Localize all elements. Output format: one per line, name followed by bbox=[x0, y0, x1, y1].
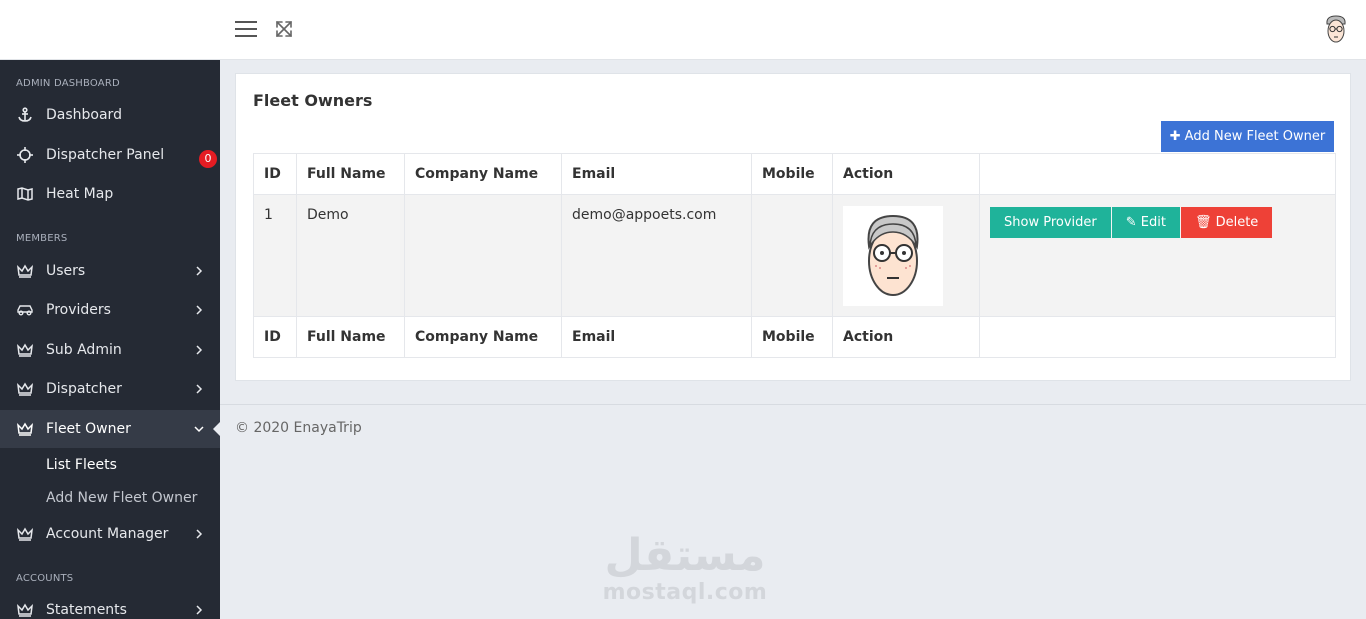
fleet-owners-table: ID Full Name Company Name Email Mobile A… bbox=[253, 153, 1336, 358]
add-fleet-owner-label: Add New Fleet Owner bbox=[1184, 129, 1326, 144]
footer-divider bbox=[220, 404, 1366, 405]
table-footer-row: ID Full Name Company Name Email Mobile A… bbox=[253, 316, 1336, 358]
chevron-right-icon bbox=[196, 305, 203, 315]
section-members: MEMBERS bbox=[16, 233, 68, 244]
cell-mobile bbox=[751, 194, 833, 317]
footer-header-action: Action bbox=[832, 316, 980, 358]
crown-icon bbox=[16, 525, 34, 543]
footer-header-email: Email bbox=[561, 316, 752, 358]
crown-icon bbox=[16, 341, 34, 359]
sidebar-item-sub-admin[interactable]: Sub Admin bbox=[0, 331, 220, 369]
sidebar-item-label: Account Manager bbox=[46, 526, 169, 542]
sidebar-item-label: Dispatcher Panel bbox=[46, 147, 165, 163]
anchor-icon bbox=[16, 106, 34, 124]
fleet-owner-avatar bbox=[843, 206, 943, 306]
sidebar-item-providers[interactable]: Providers bbox=[0, 291, 220, 329]
sidebar-item-label: Users bbox=[46, 263, 86, 279]
chevron-right-icon bbox=[196, 384, 203, 394]
chevron-right-icon bbox=[196, 529, 203, 539]
column-header-id[interactable]: ID bbox=[253, 153, 297, 195]
user-avatar[interactable] bbox=[1322, 14, 1350, 46]
pencil-icon: ✎ bbox=[1125, 215, 1141, 230]
cell-full-name: Demo bbox=[296, 194, 405, 317]
map-icon bbox=[16, 185, 34, 203]
sidebar-item-dispatcher-panel[interactable]: Dispatcher Panel bbox=[0, 136, 220, 174]
sidebar-item-heat-map[interactable]: Heat Map bbox=[0, 175, 220, 213]
sidebar-item-dashboard[interactable]: Dashboard bbox=[0, 96, 220, 134]
footer-copyright: © 2020 EnayaTrip bbox=[235, 420, 362, 436]
cell-id: 1 bbox=[253, 194, 297, 317]
column-header-blank bbox=[979, 153, 1336, 195]
cell-company-name bbox=[404, 194, 562, 317]
sidebar-item-account-manager[interactable]: Account Manager bbox=[0, 515, 220, 553]
edit-button[interactable]: ✎ Edit bbox=[1111, 207, 1180, 238]
crown-icon bbox=[16, 380, 34, 398]
sidebar-item-label: Providers bbox=[46, 302, 111, 318]
cell-actions: Show Provider ✎ Edit 🗑 Delete bbox=[979, 194, 1336, 317]
cell-email: demo@appoets.com bbox=[561, 194, 752, 317]
footer-header-company-name: Company Name bbox=[404, 316, 562, 358]
sidebar-item-label: Statements bbox=[46, 602, 127, 618]
delete-button[interactable]: 🗑 Delete bbox=[1180, 207, 1273, 238]
show-provider-button[interactable]: Show Provider bbox=[990, 207, 1111, 238]
crosshair-icon bbox=[16, 146, 34, 164]
section-accounts: ACCOUNTS bbox=[16, 573, 74, 584]
plus-icon: ✚ bbox=[1169, 129, 1181, 144]
car-icon bbox=[16, 301, 34, 319]
crown-icon bbox=[16, 420, 34, 438]
column-header-company-name[interactable]: Company Name bbox=[404, 153, 562, 195]
table-row: 1 Demo demo@appoets.com Show Provider ✎ … bbox=[253, 194, 1336, 317]
sidebar-item-label: Dispatcher bbox=[46, 381, 122, 397]
section-admin-dashboard: ADMIN DASHBOARD bbox=[16, 78, 120, 89]
sidebar-subitem-list-fleets[interactable]: List Fleets bbox=[46, 457, 117, 473]
page-title: Fleet Owners bbox=[253, 91, 373, 110]
fullscreen-icon[interactable] bbox=[275, 20, 293, 38]
hamburger-menu-icon[interactable] bbox=[235, 21, 257, 39]
footer-header-blank bbox=[979, 316, 1336, 358]
chevron-right-icon bbox=[196, 266, 203, 276]
sidebar-item-label: Sub Admin bbox=[46, 342, 122, 358]
sidebar-item-label: Heat Map bbox=[46, 186, 114, 202]
column-header-full-name[interactable]: Full Name bbox=[296, 153, 405, 195]
crown-icon bbox=[16, 601, 34, 619]
chevron-down-icon bbox=[194, 426, 204, 433]
column-header-mobile[interactable]: Mobile bbox=[751, 153, 833, 195]
add-fleet-owner-button[interactable]: ✚ Add New Fleet Owner bbox=[1161, 121, 1334, 152]
crown-icon bbox=[16, 262, 34, 280]
sidebar-item-fleet-owner[interactable]: Fleet Owner bbox=[0, 410, 220, 448]
watermark-arabic: مستقل bbox=[604, 530, 766, 581]
footer-header-mobile: Mobile bbox=[751, 316, 833, 358]
sidebar-item-statements[interactable]: Statements bbox=[0, 591, 220, 619]
trash-icon: 🗑 bbox=[1194, 215, 1216, 230]
sidebar-item-users[interactable]: Users bbox=[0, 252, 220, 290]
watermark: مستقل mostaql.com bbox=[600, 530, 770, 604]
notification-badge: 0 bbox=[199, 150, 217, 168]
column-header-email[interactable]: Email bbox=[561, 153, 752, 195]
table-header-row: ID Full Name Company Name Email Mobile A… bbox=[253, 153, 1336, 195]
fleet-owners-card: Fleet Owners ✚ Add New Fleet Owner ID Fu… bbox=[235, 73, 1351, 381]
chevron-right-icon bbox=[196, 605, 203, 615]
delete-label: Delete bbox=[1215, 215, 1259, 230]
column-header-action[interactable]: Action bbox=[832, 153, 980, 195]
cell-avatar bbox=[832, 194, 980, 317]
edit-label: Edit bbox=[1140, 215, 1166, 230]
sidebar-item-dispatcher[interactable]: Dispatcher bbox=[0, 370, 220, 408]
watermark-latin: mostaql.com bbox=[602, 580, 768, 605]
chevron-right-icon bbox=[196, 345, 203, 355]
sidebar: ADMIN DASHBOARD Dashboard Dispatcher Pan… bbox=[0, 60, 220, 619]
footer-header-id: ID bbox=[253, 316, 297, 358]
top-bar bbox=[0, 0, 1366, 60]
sidebar-subitem-add-fleet-owner[interactable]: Add New Fleet Owner bbox=[46, 490, 197, 506]
sidebar-item-label: Dashboard bbox=[46, 107, 122, 123]
sidebar-item-label: Fleet Owner bbox=[46, 421, 131, 437]
footer-header-full-name: Full Name bbox=[296, 316, 405, 358]
